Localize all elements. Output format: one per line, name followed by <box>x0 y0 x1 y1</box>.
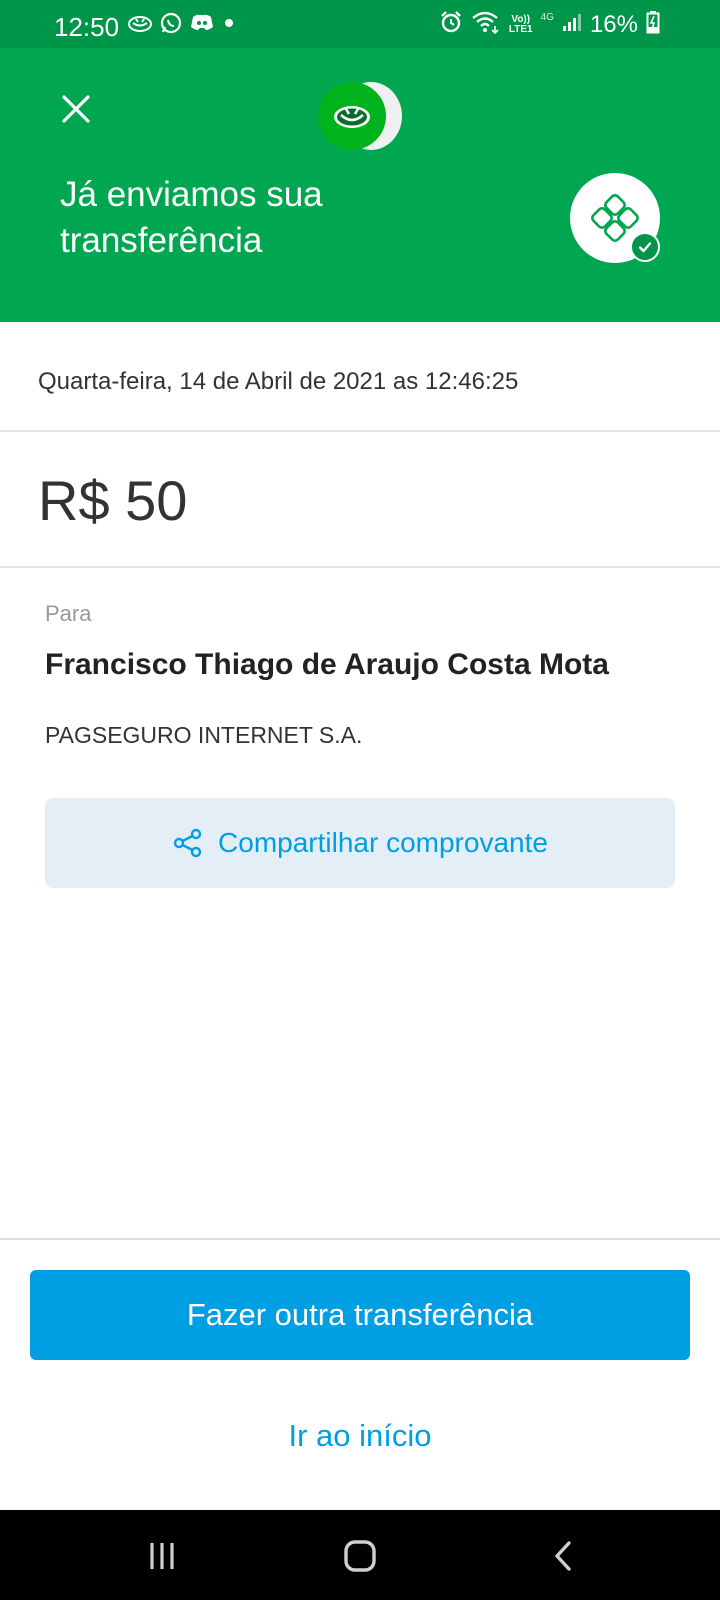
close-icon <box>62 95 90 123</box>
alarm-icon <box>439 10 463 41</box>
page-title: Já enviamos sua transferência <box>60 175 323 260</box>
success-check <box>630 232 660 262</box>
battery-charging-icon <box>646 10 660 41</box>
new-transfer-button[interactable]: Fazer outra transferência <box>30 1270 690 1360</box>
new-transfer-label: Fazer outra transferência <box>186 1297 534 1332</box>
recipient-bank: PAGSEGURO INTERNET S.A. <box>45 722 363 748</box>
go-home-link[interactable]: Ir ao início <box>0 1408 720 1464</box>
pix-icon <box>591 194 639 242</box>
recipient-label: Para <box>45 601 92 626</box>
recipient-name: Francisco Thiago de Araujo Costa Mota <box>45 648 609 681</box>
wifi-icon <box>471 10 501 41</box>
status-bar: 12:50 Vo)) LTE1 4G 16% <box>0 0 720 48</box>
discord-icon <box>190 13 214 38</box>
status-right-icons: Vo)) LTE1 4G 16% <box>439 10 660 41</box>
signal-icon <box>562 11 582 39</box>
check-icon <box>638 242 652 253</box>
battery-percent: 16% <box>589 11 638 38</box>
go-home-label: Ir ao início <box>288 1418 432 1453</box>
mercadopago-logo-icon <box>318 82 386 150</box>
mercadopago-logo <box>318 82 402 152</box>
recent-apps-icon <box>150 1543 174 1569</box>
back-icon <box>555 1541 571 1571</box>
volte-indicator: Vo)) LTE1 <box>508 14 533 35</box>
share-receipt-label: Compartilhar comprovante <box>218 827 548 858</box>
dot-icon <box>222 16 236 35</box>
bottom-divider <box>0 1238 720 1240</box>
home-button[interactable] <box>338 1534 382 1578</box>
back-button[interactable] <box>542 1534 586 1578</box>
close-button[interactable] <box>58 91 94 127</box>
home-icon <box>344 1540 376 1572</box>
share-receipt-button[interactable]: Compartilhar comprovante <box>45 798 675 888</box>
transfer-date-row: Quarta-feira, 14 de Abril de 2021 as 12:… <box>0 322 720 432</box>
transfer-amount: R$ 50 <box>38 469 188 532</box>
recent-apps-button[interactable] <box>140 1534 184 1578</box>
transfer-datetime: Quarta-feira, 14 de Abril de 2021 as 12:… <box>38 368 519 395</box>
notification-icons <box>128 12 236 39</box>
status-time: 12:50 <box>54 12 120 42</box>
transfer-amount-row: R$ 50 <box>0 432 720 568</box>
whatsapp-icon <box>160 12 182 39</box>
share-icon <box>173 828 202 858</box>
mercadopago-notification-icon <box>128 14 152 37</box>
network-type: 4G <box>540 11 554 23</box>
system-nav-bar <box>0 1510 720 1600</box>
